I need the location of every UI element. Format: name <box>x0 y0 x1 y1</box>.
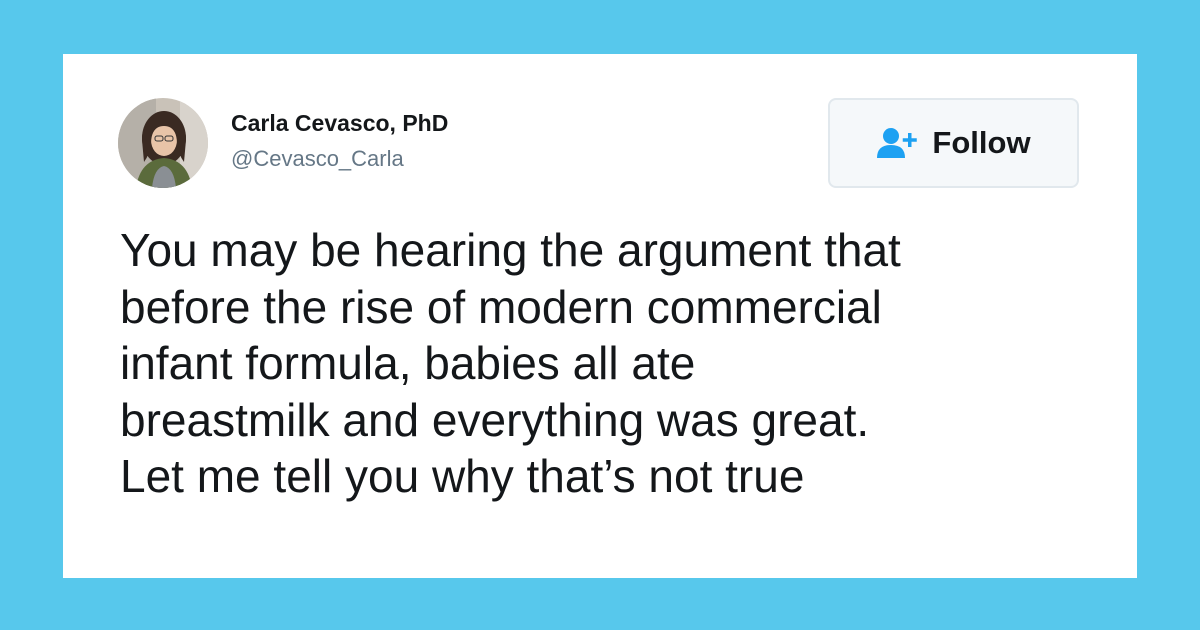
author-avatar[interactable] <box>118 98 208 188</box>
tweet-text: You may be hearing the argument that bef… <box>120 222 1100 505</box>
tweet-text-line: infant formula, babies all ate <box>120 337 696 389</box>
tweet-text-line: breastmilk and everything was great. <box>120 393 870 446</box>
tweet-text-line: Let me tell you why that’s not true <box>120 450 805 502</box>
tweet-text-line: You may be hearing the argument that <box>120 224 901 276</box>
profile-photo-icon <box>118 98 208 188</box>
author-handle[interactable]: @Cevasco_Carla <box>231 146 404 172</box>
author-display-name[interactable]: Carla Cevasco, PhD <box>231 110 448 137</box>
follow-button[interactable]: Follow <box>828 98 1079 188</box>
tweet-text-line: before the rise of modern commercial <box>120 280 882 333</box>
add-user-icon <box>877 128 918 158</box>
follow-button-label: Follow <box>932 125 1031 160</box>
tweet-card: Carla Cevasco, PhD @Cevasco_Carla Follow… <box>63 54 1137 578</box>
